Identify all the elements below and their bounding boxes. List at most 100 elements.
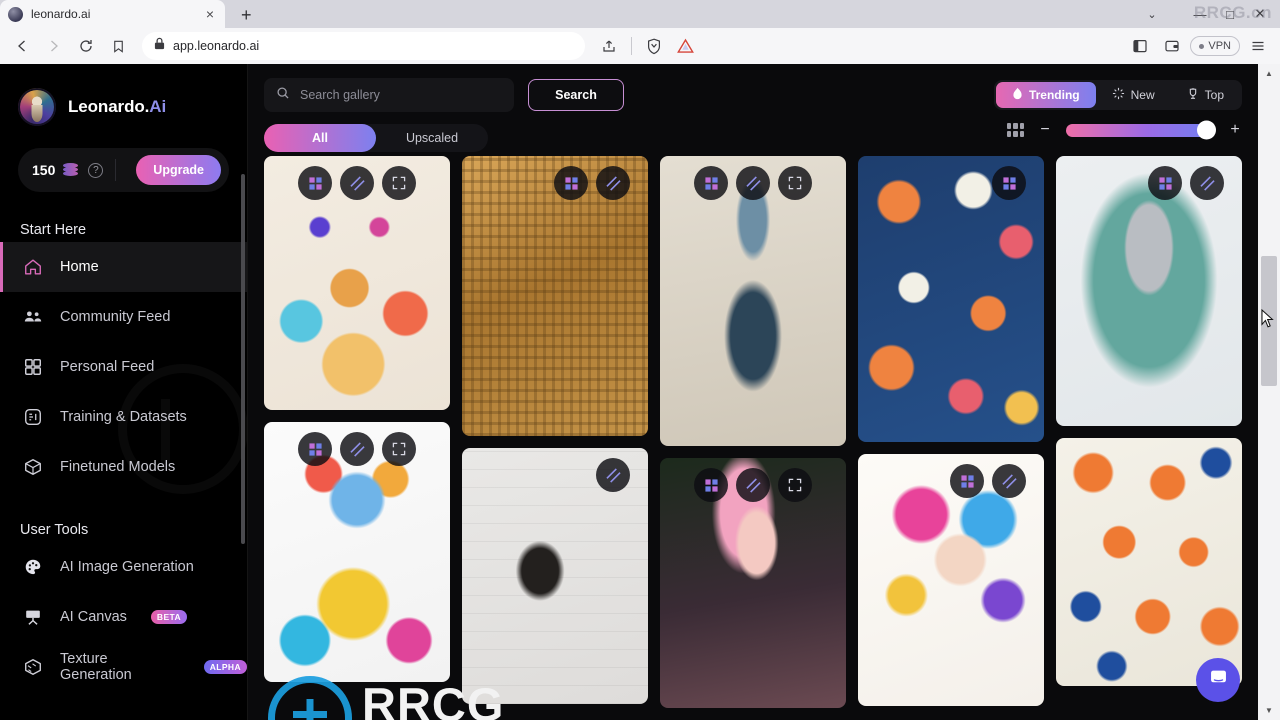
gallery-card[interactable]	[858, 156, 1044, 442]
credits-panel: 150 ? Upgrade	[18, 148, 229, 192]
expand-fullscreen-icon[interactable]	[382, 432, 416, 466]
community-people-icon	[22, 306, 44, 328]
tab-top[interactable]: Top	[1171, 82, 1240, 108]
browser-tab[interactable]: leonardo.ai ×	[0, 0, 225, 28]
share-icon[interactable]	[595, 32, 623, 60]
intercom-chat-button[interactable]	[1196, 658, 1240, 702]
gallery-card[interactable]	[1056, 156, 1242, 426]
main-content: Search gallery Search Trending New Top A…	[248, 64, 1258, 720]
hamburger-menu-icon[interactable]	[1244, 32, 1272, 60]
image-variations-icon[interactable]	[554, 166, 588, 200]
image-variations-icon[interactable]	[298, 166, 332, 200]
leonardo-favicon-icon	[8, 6, 23, 22]
sidebar-item-label: AI Canvas	[60, 609, 127, 625]
close-window-button[interactable]: ✕	[1246, 2, 1274, 26]
image-variations-icon[interactable]	[694, 166, 728, 200]
sidebar-item-community-feed[interactable]: Community Feed	[0, 292, 247, 342]
sidebar-item-label: Training & Datasets	[60, 409, 187, 425]
filter-all[interactable]: All	[264, 124, 376, 152]
back-icon[interactable]	[8, 32, 36, 60]
tab-label: Trending	[1028, 88, 1080, 102]
maximize-button[interactable]: □	[1216, 2, 1244, 26]
flame-icon	[1012, 87, 1023, 103]
gallery-card[interactable]	[264, 156, 450, 410]
forward-icon[interactable]	[40, 32, 68, 60]
scroll-down-arrow-icon[interactable]: ▼	[1258, 701, 1280, 720]
divider	[115, 159, 117, 181]
diagonal-lines-icon[interactable]	[340, 432, 374, 466]
image-variations-icon[interactable]	[298, 432, 332, 466]
gallery-card[interactable]	[1056, 438, 1242, 686]
diagonal-lines-icon[interactable]	[1190, 166, 1224, 200]
question-mark-icon[interactable]: ?	[88, 162, 104, 178]
sidebar-item-label: Finetuned Models	[60, 459, 176, 475]
brave-shields-icon[interactable]	[640, 32, 668, 60]
sidebar-item-texture-generation[interactable]: Texture Generation ALPHA	[0, 642, 247, 692]
expand-fullscreen-icon[interactable]	[778, 468, 812, 502]
image-variations-icon[interactable]	[694, 468, 728, 502]
diagonal-lines-icon[interactable]	[736, 468, 770, 502]
chevron-down-icon[interactable]: ⌄	[1138, 2, 1166, 26]
address-bar[interactable]: app.leonardo.ai	[142, 32, 585, 60]
cube-box-icon	[22, 456, 44, 478]
filter-segmented-control: All Upscaled	[264, 124, 488, 152]
tab-new[interactable]: New	[1096, 82, 1171, 108]
masonry-columns	[264, 156, 1242, 708]
sidebar-item-home[interactable]: Home	[0, 242, 247, 292]
sidebar-panel-icon[interactable]	[1126, 32, 1154, 60]
tab-label: Top	[1204, 88, 1224, 102]
search-input[interactable]: Search gallery	[264, 78, 514, 112]
zoom-slider-knob[interactable]	[1197, 120, 1216, 140]
scroll-up-arrow-icon[interactable]: ▲	[1258, 64, 1280, 83]
zoom-slider[interactable]	[1066, 120, 1216, 140]
sidebar-item-ai-canvas[interactable]: AI Canvas BETA	[0, 592, 247, 642]
diagonal-lines-icon[interactable]	[596, 458, 630, 492]
card-actions	[694, 166, 812, 200]
diagonal-lines-icon[interactable]	[736, 166, 770, 200]
upgrade-button[interactable]: Upgrade	[136, 155, 221, 185]
sidebar-scrollbar[interactable]	[241, 174, 245, 544]
sidebar-item-finetuned-models[interactable]: Finetuned Models	[0, 442, 247, 492]
sidebar-item-training-datasets[interactable]: Training & Datasets	[0, 392, 247, 442]
gallery-card[interactable]	[660, 156, 846, 446]
filter-upscaled[interactable]: Upscaled	[376, 124, 488, 152]
vpn-button[interactable]: VPN	[1190, 36, 1240, 56]
brand-logo-block[interactable]: Leonardo.Ai	[0, 64, 247, 126]
credits-amount: 150	[32, 162, 56, 178]
image-variations-icon[interactable]	[950, 464, 984, 498]
page-scrollbar[interactable]: ▲ ▼	[1258, 64, 1280, 720]
sidebar-item-ai-image-generation[interactable]: AI Image Generation	[0, 542, 247, 592]
sidebar-item-personal-feed[interactable]: Personal Feed	[0, 342, 247, 392]
card-actions	[694, 468, 812, 502]
zoom-in-button[interactable]: +	[1228, 122, 1242, 138]
gallery-card[interactable]	[264, 422, 450, 682]
gallery-card[interactable]	[660, 458, 846, 708]
diagonal-lines-icon[interactable]	[340, 166, 374, 200]
leonardo-avatar-icon	[18, 88, 56, 126]
expand-fullscreen-icon[interactable]	[778, 166, 812, 200]
new-tab-button[interactable]: +	[235, 6, 258, 24]
gallery-column	[660, 156, 846, 708]
brave-wallet-icon[interactable]	[1158, 32, 1186, 60]
gallery-card[interactable]	[858, 454, 1044, 706]
minimize-button[interactable]: —	[1186, 2, 1214, 26]
tab-title: leonardo.ai	[31, 7, 91, 21]
diagonal-lines-icon[interactable]	[596, 166, 630, 200]
gallery-card[interactable]	[462, 448, 648, 704]
tab-label: New	[1130, 88, 1155, 102]
badge-beta: BETA	[150, 610, 188, 624]
expand-fullscreen-icon[interactable]	[382, 166, 416, 200]
brave-leo-icon[interactable]	[672, 32, 700, 60]
image-variations-icon[interactable]	[992, 166, 1026, 200]
reload-icon[interactable]	[72, 32, 100, 60]
vpn-label: VPN	[1208, 40, 1231, 52]
grid-layout-icon[interactable]	[1007, 123, 1024, 137]
close-icon[interactable]: ×	[203, 7, 217, 21]
gallery-card[interactable]	[462, 156, 648, 436]
search-button[interactable]: Search	[528, 79, 624, 111]
image-variations-icon[interactable]	[1148, 166, 1182, 200]
zoom-out-button[interactable]: −	[1038, 122, 1052, 138]
bookmark-icon[interactable]	[104, 32, 132, 60]
diagonal-lines-icon[interactable]	[992, 464, 1026, 498]
tab-trending[interactable]: Trending	[995, 82, 1096, 108]
